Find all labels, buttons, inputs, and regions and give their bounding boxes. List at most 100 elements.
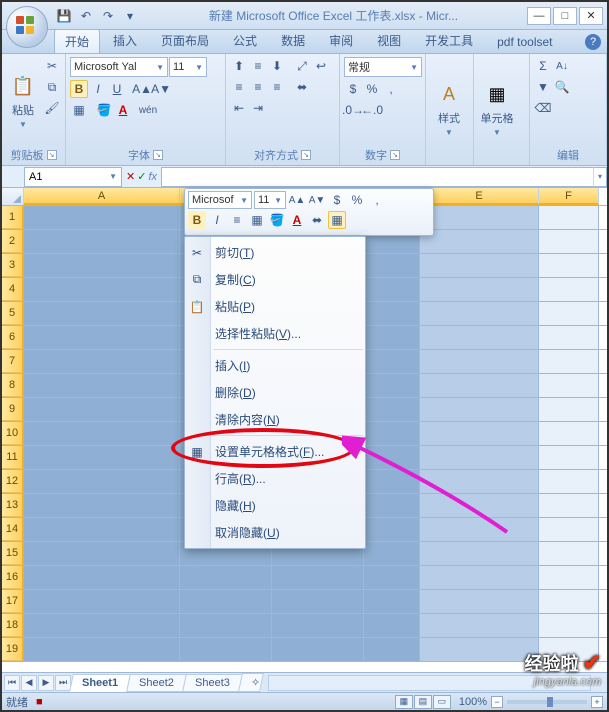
cell[interactable] (24, 542, 180, 565)
cell[interactable] (24, 374, 180, 397)
cell[interactable] (24, 422, 180, 445)
row-header[interactable]: 3 (2, 254, 24, 277)
decrease-indent-icon[interactable]: ⇤ (230, 99, 248, 117)
cell[interactable] (24, 566, 180, 589)
cell[interactable] (420, 614, 539, 637)
cell[interactable] (539, 614, 599, 637)
borders-icon[interactable]: ▦ (70, 101, 88, 119)
row-header[interactable]: 13 (2, 494, 24, 517)
orientation-icon[interactable]: ⤢ (293, 57, 311, 75)
qat-customize-icon[interactable]: ▾ (120, 6, 140, 26)
ctx-row-height[interactable]: 行高(R)... (185, 465, 365, 492)
ctx-unhide[interactable]: 取消隐藏(U) (185, 519, 365, 546)
align-right-icon[interactable]: ≡ (268, 78, 286, 96)
tab-insert[interactable]: 插入 (102, 28, 148, 53)
ctx-clear-contents[interactable]: 清除内容(N) (185, 406, 365, 433)
horizontal-scrollbar[interactable] (268, 675, 591, 691)
mini-font-color-icon[interactable]: A (288, 211, 306, 229)
view-page-break-icon[interactable]: ▭ (433, 695, 451, 709)
cell[interactable] (24, 302, 180, 325)
cell[interactable] (539, 446, 599, 469)
maximize-button[interactable]: □ (553, 7, 577, 25)
formula-input[interactable] (161, 167, 593, 187)
percent-icon[interactable]: % (363, 80, 381, 98)
cell[interactable] (364, 302, 420, 325)
cell[interactable] (420, 542, 539, 565)
ctx-hide[interactable]: 隐藏(H) (185, 492, 365, 519)
cell[interactable] (364, 374, 420, 397)
mini-align-center-icon[interactable]: ≡ (228, 211, 246, 229)
view-normal-icon[interactable]: ▦ (395, 695, 413, 709)
cell[interactable] (24, 206, 180, 229)
mini-comma-icon[interactable]: , (368, 191, 386, 209)
cell[interactable] (420, 494, 539, 517)
cell[interactable] (539, 422, 599, 445)
cell[interactable] (420, 254, 539, 277)
cell[interactable] (420, 278, 539, 301)
fill-icon[interactable]: ▼ (534, 78, 552, 96)
cell[interactable] (420, 398, 539, 421)
currency-icon[interactable]: $ (344, 80, 362, 98)
cell[interactable] (420, 350, 539, 373)
mini-grow-font-icon[interactable]: A▲ (288, 191, 306, 209)
cell[interactable] (539, 398, 599, 421)
cell[interactable] (364, 518, 420, 541)
ctx-insert[interactable]: 插入(I) (185, 352, 365, 379)
mini-fill-color-icon[interactable]: 🪣 (268, 211, 286, 229)
styles-button[interactable]: A 样式 ▼ (430, 57, 468, 161)
cell[interactable] (272, 566, 364, 589)
row-header[interactable]: 2 (2, 230, 24, 253)
cell[interactable] (24, 638, 180, 661)
clear-icon[interactable]: ⌫ (534, 99, 552, 117)
merge-icon[interactable]: ⬌ (293, 78, 311, 96)
cell[interactable] (539, 374, 599, 397)
cell[interactable] (420, 206, 539, 229)
font-name-combo[interactable]: Microsoft Yal▼ (70, 57, 168, 77)
office-button[interactable] (6, 6, 48, 48)
cell[interactable] (24, 494, 180, 517)
mini-format-icon[interactable]: ▦ (328, 211, 346, 229)
macro-record-icon[interactable]: ■ (36, 696, 43, 708)
cell[interactable] (420, 518, 539, 541)
cell[interactable] (420, 302, 539, 325)
paste-button[interactable]: 📋 粘贴 ▼ (6, 57, 40, 145)
cell[interactable] (364, 254, 420, 277)
mini-merge-icon[interactable]: ⬌ (308, 211, 326, 229)
cell[interactable] (364, 614, 420, 637)
cell[interactable] (420, 374, 539, 397)
ctx-cut[interactable]: ✂剪切(T) (185, 239, 365, 266)
cell[interactable] (539, 518, 599, 541)
ctx-format-cells[interactable]: ▦设置单元格格式(F)... (185, 438, 365, 465)
cell[interactable] (364, 638, 420, 661)
row-header[interactable]: 7 (2, 350, 24, 373)
mini-borders-icon[interactable]: ▦ (248, 211, 266, 229)
copy-icon[interactable]: ⧉ (43, 78, 61, 96)
cell[interactable] (24, 278, 180, 301)
cell[interactable] (180, 638, 272, 661)
mini-size-combo[interactable]: 11▼ (254, 191, 286, 209)
bold-button[interactable]: B (70, 80, 88, 98)
col-header-A[interactable]: A (24, 188, 180, 205)
row-header[interactable]: 5 (2, 302, 24, 325)
fx-icon[interactable]: fx (148, 171, 157, 183)
cell[interactable] (539, 542, 599, 565)
sheet-nav-first-icon[interactable]: ⏮ (4, 675, 20, 691)
cell[interactable] (24, 470, 180, 493)
row-header[interactable]: 11 (2, 446, 24, 469)
align-top-icon[interactable]: ⬆ (230, 57, 248, 75)
new-sheet-button[interactable]: ✧ (238, 673, 264, 692)
cell[interactable] (24, 446, 180, 469)
cell[interactable] (539, 230, 599, 253)
qat-redo-icon[interactable]: ↷ (98, 6, 118, 26)
row-header[interactable]: 10 (2, 422, 24, 445)
row-header[interactable]: 1 (2, 206, 24, 229)
cell[interactable] (539, 254, 599, 277)
cell[interactable] (539, 590, 599, 613)
cell[interactable] (364, 566, 420, 589)
cell[interactable] (24, 350, 180, 373)
col-header-F[interactable]: F (539, 188, 599, 205)
tab-pdf-toolset[interactable]: pdf toolset (486, 31, 563, 53)
font-size-combo[interactable]: 11▼ (169, 57, 207, 77)
sheet-nav-next-icon[interactable]: ▶ (38, 675, 54, 691)
cell[interactable] (420, 566, 539, 589)
